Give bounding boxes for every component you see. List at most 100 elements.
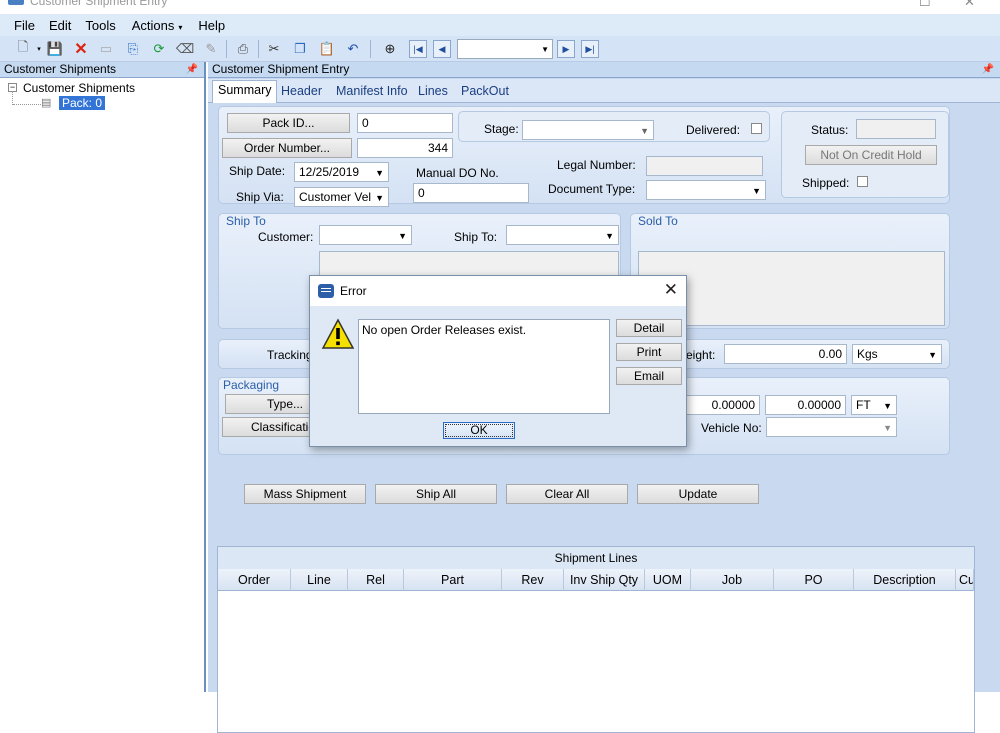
eraser-icon[interactable]: ⌫ (176, 40, 194, 58)
close-window-icon[interactable]: ✕ (964, 0, 975, 10)
order-number-field[interactable]: 344 (357, 138, 453, 158)
entry-pane-header: Customer Shipment Entry 📌 (208, 62, 1000, 78)
tab-lines[interactable]: Lines (413, 82, 453, 103)
email-button[interactable]: Email (616, 367, 682, 385)
dimension-uom-select[interactable]: FT ▼ (851, 395, 897, 415)
warning-icon (321, 318, 355, 349)
weight-field[interactable]: 0.00 (724, 344, 847, 364)
ship-date-label: Ship Date: (229, 164, 286, 178)
ship-all-button[interactable]: Ship All (375, 484, 497, 504)
dimension-field-2[interactable]: 0.00000 (765, 395, 846, 415)
window-titlebar: Customer Shipment Entry ☐ ✕ (0, 0, 1000, 14)
refresh-icon[interactable]: ⟳ (150, 40, 168, 58)
mass-shipment-button[interactable]: Mass Shipment (244, 484, 366, 504)
maximize-icon[interactable]: ☐ (919, 0, 931, 10)
tree-root[interactable]: Customer Shipments (23, 81, 135, 95)
shipped-label: Shipped: (802, 176, 850, 190)
record-selector[interactable]: ▼ (457, 39, 553, 59)
tracking-label: Tracking (267, 348, 313, 362)
chevron-down-icon: ▼ (541, 45, 549, 54)
column-header[interactable]: Rev (502, 569, 564, 591)
delivered-checkbox[interactable] (751, 123, 762, 134)
credit-hold-button[interactable]: Not On Credit Hold (805, 145, 937, 165)
legal-number-field[interactable] (646, 156, 763, 176)
ship-via-select[interactable]: Customer Vel ▼ (294, 187, 389, 207)
error-message: No open Order Releases exist. (358, 319, 610, 414)
toolbar-separator (226, 40, 227, 58)
tab-packout[interactable]: PackOut (456, 82, 514, 103)
ship-to-select[interactable]: ▼ (506, 225, 619, 245)
column-header[interactable]: Description (854, 569, 956, 591)
attach-icon[interactable]: ⎘ (124, 40, 142, 58)
update-button[interactable]: Update (637, 484, 759, 504)
close-icon[interactable]: ✕ (664, 280, 678, 300)
column-header[interactable]: Part (404, 569, 502, 591)
document-type-select[interactable]: ▼ (646, 180, 766, 200)
tree-pane: Customer Shipments 📌 − Customer Shipment… (0, 62, 206, 692)
tab-header[interactable]: Header (276, 82, 327, 103)
app-icon (318, 284, 334, 298)
detail-button[interactable]: Detail (616, 319, 682, 337)
stage-label: Stage: (484, 122, 519, 136)
column-header[interactable]: Job (691, 569, 774, 591)
first-record-icon[interactable]: |◀ (409, 40, 427, 58)
menu-edit[interactable]: Edit (47, 18, 73, 33)
ship-to-label: Ship To: (454, 230, 498, 244)
cut-icon[interactable]: ✂ (265, 40, 283, 58)
manual-do-field[interactable]: 0 (413, 183, 529, 203)
ship-to-group-label: Ship To (226, 214, 266, 228)
chevron-down-icon: ▼ (375, 168, 384, 178)
delete-icon[interactable]: ✕ (72, 40, 90, 58)
clear-icon[interactable]: ▭ (97, 40, 115, 58)
print-button[interactable]: Print (616, 343, 682, 361)
previous-record-icon[interactable]: ◀ (433, 40, 451, 58)
menu-tools[interactable]: Tools (83, 18, 117, 33)
customer-select[interactable]: ▼ (319, 225, 412, 245)
next-record-icon[interactable]: ▶ (557, 40, 575, 58)
toolbar-separator (370, 40, 371, 58)
column-header[interactable]: Cu (956, 569, 974, 591)
pin-icon[interactable]: 📌 (186, 62, 198, 77)
undo-icon[interactable]: ↶ (344, 40, 362, 58)
status-label: Status: (811, 123, 849, 137)
last-record-icon[interactable]: ▶| (581, 40, 599, 58)
vehicle-no-label: Vehicle No: (701, 421, 762, 435)
edit-icon[interactable]: ✎ (202, 40, 220, 58)
save-icon[interactable]: 💾 (46, 40, 64, 58)
stage-select[interactable]: ▼ (522, 120, 654, 140)
order-number-button[interactable]: Order Number... (222, 138, 352, 158)
dimension-field-1[interactable]: 0.00000 (678, 395, 760, 415)
column-header[interactable]: Order (218, 569, 291, 591)
tree-pane-header: Customer Shipments 📌 (0, 62, 204, 78)
menu-file[interactable]: File (12, 18, 37, 33)
delivered-label: Delivered: (686, 123, 741, 137)
tree-item-pack[interactable]: Pack: 0 (59, 96, 106, 110)
menu-help[interactable]: Help (196, 18, 227, 33)
status-field[interactable] (856, 119, 936, 139)
copy-icon[interactable]: ❐ (291, 40, 309, 58)
column-header[interactable]: Line (291, 569, 348, 591)
document-type-label: Document Type: (548, 182, 636, 196)
chevron-down-icon: ▼ (398, 231, 407, 241)
column-header[interactable]: PO (774, 569, 854, 591)
tab-manifest-info[interactable]: Manifest Info (331, 82, 413, 103)
binoculars-icon[interactable]: ⊕ (381, 40, 399, 58)
pack-id-field[interactable]: 0 (357, 113, 453, 133)
tab-summary[interactable]: Summary (212, 80, 278, 103)
ship-date-field[interactable]: 12/25/2019 ▼ (294, 162, 389, 182)
clear-all-button[interactable]: Clear All (506, 484, 628, 504)
print-icon[interactable]: ⎙ (234, 40, 252, 58)
column-header[interactable]: UOM (645, 569, 691, 591)
pin-icon[interactable]: 📌 (982, 62, 994, 77)
entry-pane-title: Customer Shipment Entry (212, 62, 350, 76)
legal-number-label: Legal Number: (557, 158, 636, 172)
menu-actions[interactable]: Actions ▾ (128, 18, 187, 33)
vehicle-no-select[interactable]: ▼ (766, 417, 897, 437)
column-header[interactable]: Inv Ship Qty (564, 569, 645, 591)
ok-button[interactable]: OK (443, 422, 515, 439)
column-header[interactable]: Rel (348, 569, 404, 591)
weight-uom-select[interactable]: Kgs ▼ (852, 344, 942, 364)
shipped-checkbox[interactable] (857, 176, 868, 187)
paste-icon[interactable]: 📋 (318, 40, 336, 58)
pack-id-button[interactable]: Pack ID... (227, 113, 350, 133)
